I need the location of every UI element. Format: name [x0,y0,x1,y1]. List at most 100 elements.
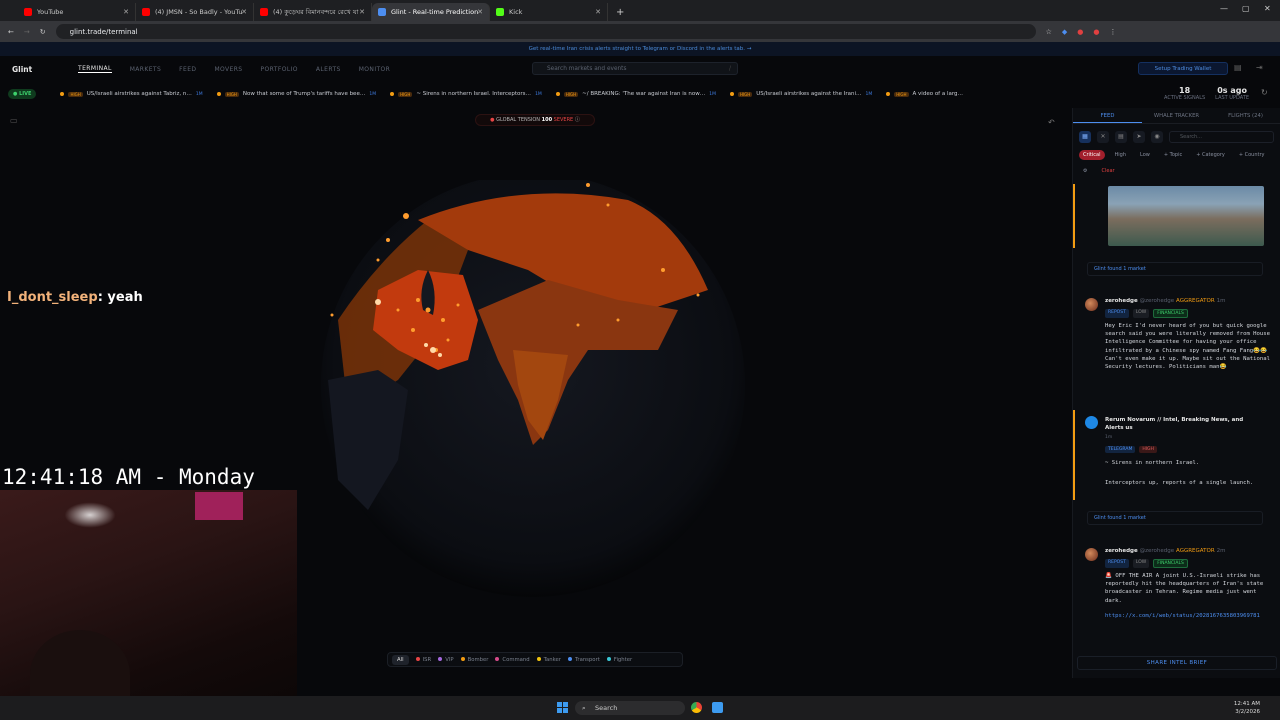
grid-icon[interactable]: ▦ [1079,131,1091,143]
back-icon[interactable]: ← [8,28,14,36]
filter-clear[interactable]: Clear [1097,166,1118,176]
dot-icon [729,92,734,96]
filter-country[interactable]: + Country [1235,150,1269,160]
dot-icon [390,92,395,96]
share-intel-button[interactable]: SHARE INTEL BRIEF [1077,656,1277,670]
ticker-item[interactable]: HIGH ~/ BREAKING: 'The war against Iran i… [555,91,716,97]
browser-tab[interactable]: YouTube ✕ [18,3,136,21]
filter-transport[interactable]: Transport [567,656,600,663]
nav-monitor[interactable]: MONITOR [359,66,391,73]
nav-movers[interactable]: MOVERS [214,66,242,73]
filter-high[interactable]: High [1111,150,1131,160]
filter-topic[interactable]: + Topic [1160,150,1186,160]
new-tab-button[interactable]: + [616,7,624,18]
settings-icon[interactable]: ⚙ [1079,166,1091,176]
ticker-item[interactable]: HIGH US/Israeli airstrikes against the Ir… [729,91,872,97]
filter-tanker[interactable]: Tanker [536,656,561,663]
close-window-icon[interactable]: ✕ [1264,4,1271,13]
tab-feed[interactable]: FEED [1073,108,1142,123]
extension-icon[interactable]: ● [1077,28,1083,36]
signal-stats: 18 ACTIVE SIGNALS 0s ago LAST UPDATE [1158,86,1249,101]
flight-legend: All ISR VIP Bomber Command Tanker Transp… [387,652,683,667]
tab-flights[interactable]: FLIGHTS (24) [1211,108,1280,123]
avatar [1085,548,1098,561]
filter-fighter[interactable]: Fighter [606,656,632,663]
feed-search-input[interactable]: Search... [1169,131,1274,143]
ticker-item[interactable]: HIGH A video of a larg… [886,91,963,97]
panel-toolbar: ▦ ✕ ▤ ➤ ◉ Search... [1073,124,1280,150]
feed-post[interactable]: zerohedge @zerohedge AGGREGATOR 1m REPOS… [1077,298,1277,408]
reload-icon[interactable]: ↻ [40,28,46,36]
feed-post[interactable]: zerohedge @zerohedge AGGREGATOR 2m REPOS… [1077,548,1277,648]
filter-category[interactable]: + Category [1192,150,1229,160]
info-icon[interactable]: ⓘ [575,117,580,123]
close-icon[interactable]: ✕ [123,8,129,16]
menu-icon[interactable]: ⋮ [1110,28,1117,36]
browser-tab[interactable]: (4) কুড়েঘর বিমানবন্দরে রেখে যা ✕ [254,3,372,21]
forward-icon[interactable]: → [24,28,30,36]
ticker-item[interactable]: HIGH Now that some of Trump's tariffs hav… [216,91,376,97]
search-input[interactable]: Search markets and events / [532,62,738,75]
app-icon[interactable] [712,702,723,713]
filter-isr[interactable]: ISR [415,656,431,663]
nav-terminal[interactable]: TERMINAL [78,65,112,73]
browser-tab[interactable]: Kick ✕ [490,3,608,21]
shortcut-hint: / [729,66,731,72]
browser-tab[interactable]: (4) JMSN - So Badly - YouTu ✕ [136,3,254,21]
filter-vip[interactable]: VIP [438,656,454,663]
camera-icon[interactable]: ▭ [10,116,18,125]
post-link[interactable]: https://x.com/i/web/status/2028167635803… [1105,612,1273,620]
document-icon[interactable]: ▤ [1115,131,1127,143]
nav-portfolio[interactable]: PORTFOLIO [261,66,298,73]
url-field[interactable]: glint.trade/terminal [55,24,1036,39]
expand-icon[interactable]: ⇥ [1256,63,1263,72]
x-icon[interactable]: ✕ [1097,131,1109,143]
ticker-item[interactable]: HIGH US/Israeli airstrikes against Tabriz… [60,91,203,97]
nav-markets[interactable]: MARKETS [130,66,161,73]
chrome-icon[interactable] [691,702,702,713]
nav-feed[interactable]: FEED [179,66,196,73]
close-icon[interactable]: ✕ [241,8,247,16]
maximize-icon[interactable]: ▢ [1242,4,1250,13]
filter-bomber[interactable]: Bomber [460,656,488,663]
post-tags: TELEGRAM HIGH [1105,446,1157,453]
close-icon[interactable]: ✕ [477,8,483,16]
priority-accent [1073,184,1075,248]
market-found[interactable]: Glint found 1 market [1087,262,1263,276]
layout-icon[interactable]: ▤ [1234,63,1242,72]
youtube-icon [260,8,268,16]
taskbar-search[interactable]: ⌕ Search [575,701,685,715]
refresh-icon[interactable]: ↻ [1261,88,1268,97]
windows-start-icon[interactable] [557,702,568,713]
nav-alerts[interactable]: ALERTS [316,66,341,73]
globe-map[interactable] [318,180,748,600]
logo[interactable]: Glint [12,65,60,74]
close-icon[interactable]: ✕ [359,8,365,16]
browser-tabstrip: YouTube ✕ (4) JMSN - So Badly - YouTu ✕ (4… [0,0,1280,21]
filter-critical[interactable]: Critical [1079,150,1105,160]
filter-all[interactable]: All [392,654,409,665]
profile-avatar[interactable]: ● [1093,28,1099,36]
back-arrow-icon[interactable]: ↶ [1048,118,1055,127]
filter-command[interactable]: Command [495,656,530,663]
close-icon[interactable]: ✕ [595,8,601,16]
search-icon: ⌕ [582,704,586,712]
feed-image[interactable] [1108,186,1264,246]
taskbar-clock: 12:41 AM 3/2/2026 [1233,701,1260,715]
browser-tab-active[interactable]: Glint - Real-time Prediction ✕ [372,3,490,21]
eye-icon[interactable]: ◉ [1151,131,1163,143]
setup-wallet-button[interactable]: Setup Trading Wallet [1138,62,1228,75]
market-found[interactable]: Glint found 1 market [1087,511,1263,525]
feed-post[interactable]: Rerum Novarum // Intel, Breaking News, a… [1077,416,1277,506]
address-bar: ← → ↻ glint.trade/terminal ☆ ◆ ● ● ⋮ [0,21,1280,42]
alert-banner[interactable]: Get real-time Iran crisis alerts straigh… [0,42,1280,56]
tab-whale-tracker[interactable]: WHALE TRACKER [1142,108,1211,123]
ticker-item[interactable]: HIGH ~ Sirens in northern Israel. Interce… [390,91,542,97]
telegram-icon[interactable]: ➤ [1133,131,1145,143]
last-update: 0s ago LAST UPDATE [1215,86,1249,101]
chat-message: I_dont_sleep: yeah [7,290,143,305]
minimize-icon[interactable]: — [1220,4,1228,13]
extension-icon[interactable]: ◆ [1062,28,1067,36]
star-icon[interactable]: ☆ [1046,28,1052,36]
filter-low[interactable]: Low [1136,150,1154,160]
